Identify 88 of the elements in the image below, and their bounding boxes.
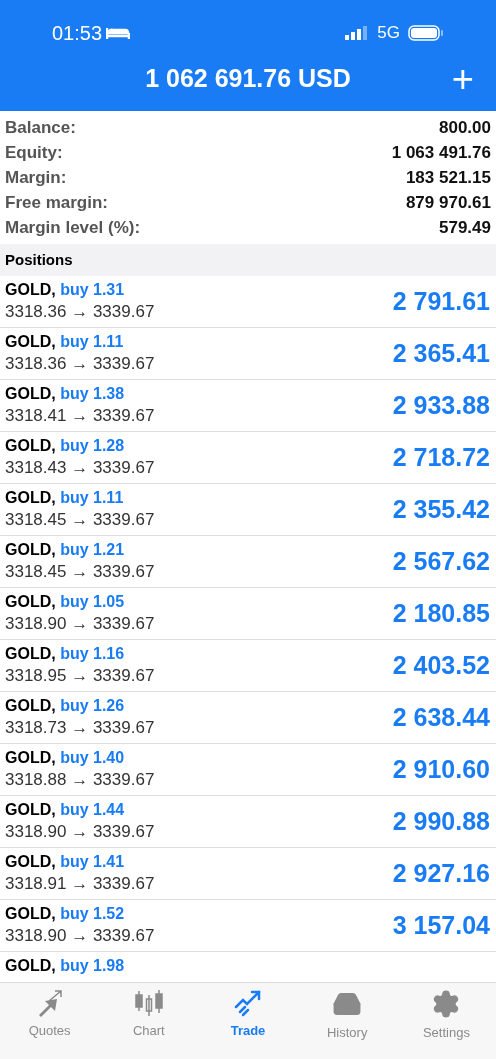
- position-row[interactable]: GOLD, buy 1.26 3318.73 → 3339.67 2 638.44: [0, 692, 496, 744]
- summary-label: Equity:: [5, 141, 63, 164]
- position-profit: 2 180.85: [392, 597, 490, 629]
- trend-arrow-icon: [233, 989, 263, 1017]
- position-row[interactable]: GOLD, buy 1.05 3318.90 → 3339.67 2 180.85: [0, 588, 496, 640]
- position-prices: 3318.45 → 3339.67: [5, 509, 155, 531]
- position-profit: 2 718.72: [392, 441, 490, 473]
- network-label: 5G: [377, 22, 400, 45]
- position-row[interactable]: GOLD, buy 1.44 3318.90 → 3339.67 2 990.88: [0, 796, 496, 848]
- position-symbol: GOLD,: [5, 749, 56, 766]
- position-volume: buy 1.16: [60, 645, 125, 662]
- position-volume: buy 1.05: [60, 593, 125, 610]
- summary-label: Margin:: [5, 166, 67, 189]
- position-volume: buy 1.28: [60, 437, 125, 454]
- position-symbol: GOLD,: [5, 333, 56, 350]
- position-prices: 3318.90 → 3339.67: [5, 821, 155, 843]
- position-prices: 3318.43 → 3339.67: [5, 457, 155, 479]
- position-row[interactable]: GOLD, buy 1.52 3318.90 → 3339.67 3 157.04: [0, 900, 496, 952]
- position-volume: buy 1.31: [60, 281, 125, 298]
- position-symbol: GOLD,: [5, 489, 56, 506]
- summary-label: Free margin:: [5, 191, 108, 214]
- position-prices: 3318.91 → 3339.67: [5, 873, 155, 895]
- position-symbol: GOLD,: [5, 853, 56, 870]
- position-profit: 2 403.52: [392, 649, 490, 681]
- position-symbol: GOLD,: [5, 801, 56, 818]
- summary-value: 879 970.61: [405, 191, 491, 214]
- position-profit: 2 910.60: [392, 753, 490, 785]
- position-row[interactable]: GOLD, buy 1.40 3318.88 → 3339.67 2 910.60: [0, 744, 496, 796]
- position-profit: 2 567.62: [392, 545, 490, 577]
- signal-icon: [345, 26, 370, 40]
- summary-value: 579.49: [439, 216, 491, 239]
- position-profit: 2 638.44: [392, 701, 490, 733]
- bed-icon: [106, 26, 131, 40]
- summary-value: 183 521.15: [405, 166, 491, 189]
- position-symbol: GOLD,: [5, 541, 56, 558]
- position-volume: buy 1.98: [60, 957, 125, 974]
- section-title: Positions: [5, 249, 73, 270]
- position-prices: 3318.88 → 3339.67: [5, 769, 155, 791]
- position-profit: 2 927.16: [392, 857, 490, 889]
- position-row[interactable]: GOLD, buy 1.41 3318.91 → 3339.67 2 927.16: [0, 848, 496, 900]
- position-prices: 3318.45 → 3339.67: [5, 561, 155, 583]
- position-symbol: GOLD,: [5, 957, 56, 974]
- add-button[interactable]: +: [451, 59, 474, 98]
- position-symbol: GOLD,: [5, 697, 56, 714]
- position-prices: 3318.36 → 3339.67: [5, 301, 155, 323]
- position-prices: 3318.95 → 3339.67: [5, 665, 155, 687]
- battery-icon: [408, 25, 444, 41]
- position-symbol: GOLD,: [5, 593, 56, 610]
- summary-label: Balance:: [5, 116, 76, 139]
- position-prices: 3318.73 → 3339.67: [5, 717, 155, 739]
- position-profit: 3 157.04: [392, 909, 490, 941]
- position-profit: 2 791.61: [392, 285, 490, 317]
- position-prices: 3318.41 → 3339.67: [5, 405, 155, 427]
- position-volume: buy 1.44: [60, 801, 125, 818]
- position-volume: buy 1.38: [60, 385, 125, 402]
- position-row[interactable]: GOLD, buy 1.31 3318.36 → 3339.67 2 791.61: [0, 276, 496, 328]
- position-symbol: GOLD,: [5, 437, 56, 454]
- position-volume: buy 1.41: [60, 853, 125, 870]
- position-profit: 2 355.42: [392, 493, 490, 525]
- summary-value: 1 063 491.76: [391, 141, 491, 164]
- position-volume: buy 1.21: [60, 541, 125, 558]
- position-row[interactable]: GOLD, buy 1.21 3318.45 → 3339.67 2 567.62: [0, 536, 496, 588]
- position-prices: 3318.90 → 3339.67: [5, 925, 155, 947]
- position-prices: 3318.90 → 3339.67: [5, 613, 155, 635]
- position-profit: 2 990.88: [392, 805, 490, 837]
- position-profit: 2 933.88: [392, 389, 490, 421]
- position-volume: buy 1.52: [60, 905, 125, 922]
- status-time: 01:53: [52, 21, 103, 46]
- position-volume: buy 1.11: [60, 489, 124, 506]
- position-symbol: GOLD,: [5, 385, 56, 402]
- position-prices: 3318.36 → 3339.67: [5, 353, 155, 375]
- position-row[interactable]: GOLD, buy 1.16 3318.95 → 3339.67 2 403.52: [0, 640, 496, 692]
- candlestick-icon: [133, 989, 164, 1017]
- position-volume: buy 1.11: [60, 333, 124, 350]
- position-volume: buy 1.40: [60, 749, 125, 766]
- position-row[interactable]: GOLD, buy 1.28 3318.43 → 3339.67 2 718.72: [0, 432, 496, 484]
- position-profit: 2 365.41: [392, 337, 490, 369]
- position-row[interactable]: GOLD, buy 1.38 3318.41 → 3339.67 2 933.88: [0, 380, 496, 432]
- tab-item[interactable]: Trade: [198, 989, 298, 1059]
- position-symbol: GOLD,: [5, 645, 56, 662]
- summary-label: Margin level (%):: [5, 216, 141, 239]
- position-symbol: GOLD,: [5, 281, 56, 298]
- account-equity-title: 1 062 691.76 USD: [145, 62, 351, 94]
- position-row[interactable]: GOLD, buy 1.11 3318.36 → 3339.67 2 365.41: [0, 328, 496, 380]
- position-row[interactable]: GOLD, buy 1.11 3318.45 → 3339.67 2 355.42: [0, 484, 496, 536]
- position-symbol: GOLD,: [5, 905, 56, 922]
- summary-value: 800.00: [439, 116, 491, 139]
- position-volume: buy 1.26: [60, 697, 125, 714]
